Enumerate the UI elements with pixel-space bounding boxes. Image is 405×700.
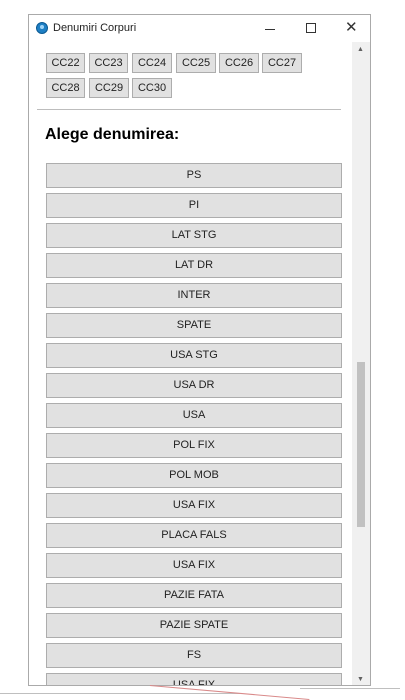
chip-button[interactable]: CC22 <box>46 53 85 73</box>
minimize-icon <box>265 29 275 30</box>
option-button[interactable]: SPATE <box>46 313 342 338</box>
chip-button[interactable]: CC28 <box>46 78 85 98</box>
scroll-down-icon[interactable]: ▼ <box>357 676 364 684</box>
maximize-icon <box>306 23 316 33</box>
option-button[interactable]: POL FIX <box>46 433 342 458</box>
chip-button[interactable]: CC25 <box>176 53 216 73</box>
minimize-button[interactable] <box>250 15 290 42</box>
scroll-up-icon[interactable]: ▲ <box>357 46 364 54</box>
window-title: Denumiri Corpuri <box>53 22 137 34</box>
content-area: CC22 CC23 CC24 CC25 CC26 CC27 CC28 CC29 … <box>29 42 352 685</box>
option-button[interactable]: USA FIX <box>46 673 342 685</box>
app-icon <box>36 22 48 34</box>
option-button[interactable]: PAZIE FATA <box>46 583 342 608</box>
chip-button[interactable]: CC30 <box>132 78 172 98</box>
option-button[interactable]: USA STG <box>46 343 342 368</box>
vertical-scrollbar[interactable]: ▲ ▼ <box>352 42 370 685</box>
option-button[interactable]: USA FIX <box>46 553 342 578</box>
chip-button[interactable]: CC23 <box>89 53 128 73</box>
option-button[interactable]: USA FIX <box>46 493 342 518</box>
close-button[interactable]: ✕ <box>331 15 370 42</box>
option-button[interactable]: USA DR <box>46 373 342 398</box>
title-bar[interactable]: Denumiri Corpuri ✕ <box>29 15 370 42</box>
maximize-button[interactable] <box>291 15 331 42</box>
scroll-thumb[interactable] <box>357 362 365 527</box>
section-heading: Alege denumirea: <box>45 126 180 143</box>
chip-button[interactable]: CC27 <box>262 53 302 73</box>
option-button[interactable]: INTER <box>46 283 342 308</box>
option-button[interactable]: PLACA FALS <box>46 523 342 548</box>
option-button[interactable]: FS <box>46 643 342 668</box>
close-icon: ✕ <box>345 19 358 36</box>
chip-button[interactable]: CC29 <box>89 78 129 98</box>
chip-button[interactable]: CC26 <box>219 53 259 73</box>
option-button[interactable]: PS <box>46 163 342 188</box>
separator <box>37 109 341 110</box>
option-button[interactable]: LAT STG <box>46 223 342 248</box>
option-button[interactable]: PI <box>46 193 342 218</box>
chip-button[interactable]: CC24 <box>132 53 172 73</box>
option-button[interactable]: PAZIE SPATE <box>46 613 342 638</box>
option-button[interactable]: LAT DR <box>46 253 342 278</box>
option-button[interactable]: POL MOB <box>46 463 342 488</box>
decorative-line <box>300 688 400 689</box>
option-button[interactable]: USA <box>46 403 342 428</box>
decorative-line <box>0 693 240 694</box>
window: Denumiri Corpuri ✕ CC22 CC23 CC24 CC25 C… <box>28 14 371 686</box>
